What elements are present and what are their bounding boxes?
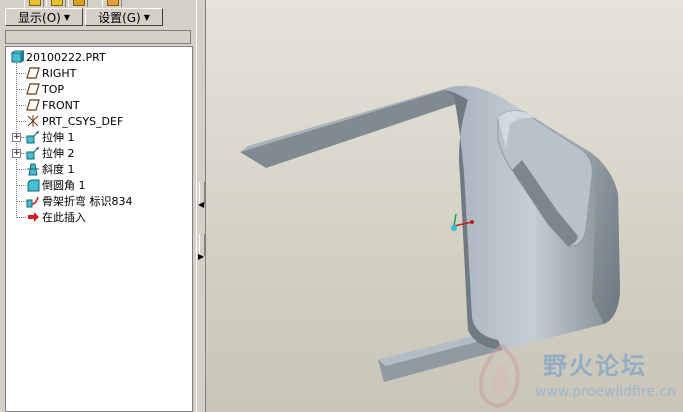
tree-item-extrude-2[interactable]: 拉伸 2 xyxy=(26,145,75,161)
part-icon xyxy=(10,50,26,64)
tree-branch xyxy=(16,89,26,90)
tree-branch xyxy=(16,121,26,122)
folder-tab-icon xyxy=(51,0,63,6)
navigator-panel: 显示(O) ▼ 设置(G) ▼ 20100222.PRT RIGHT TOP F… xyxy=(0,0,196,412)
tree-root-item[interactable]: 20100222.PRT xyxy=(10,49,106,65)
tree-root-label: 20100222.PRT xyxy=(26,50,106,64)
tree-item-label: 在此插入 xyxy=(42,211,86,224)
tree-item-front[interactable]: FRONT xyxy=(26,97,80,113)
tree-item-label: RIGHT xyxy=(42,66,77,80)
tree-branch xyxy=(16,201,26,202)
datum-plane-icon xyxy=(26,98,40,112)
tree-branch xyxy=(16,217,26,218)
settings-menu-label: 设置(G) xyxy=(98,10,141,25)
chevron-down-icon: ▼ xyxy=(63,12,70,22)
tree-item-label: 拉伸 1 xyxy=(42,131,75,144)
watermark-title: 野火论坛 xyxy=(543,352,647,380)
forum-watermark: 野火论坛 www.proewildfire.cn xyxy=(471,340,683,412)
expand-right-icon[interactable]: ▶ xyxy=(198,252,204,261)
tree-branch xyxy=(16,169,26,170)
connections-tab-icon xyxy=(107,0,119,6)
tree-item-spinal-bend[interactable]: 骨架折弯 标识834 xyxy=(26,193,133,209)
graphics-viewport[interactable]: 野火论坛 www.proewildfire.cn xyxy=(206,0,683,412)
tree-item-insert-here[interactable]: 在此插入 xyxy=(26,209,86,225)
tree-item-label: TOP xyxy=(42,82,65,96)
panel-splitter[interactable]: ◀ ▶ xyxy=(196,0,206,412)
spinal-bend-icon xyxy=(26,194,40,208)
datum-plane-icon xyxy=(26,82,40,96)
tab-favorites[interactable] xyxy=(68,0,88,7)
tree-item-label: 倒圆角 1 xyxy=(42,179,86,192)
round-icon xyxy=(26,178,40,192)
tab-folder-browser[interactable] xyxy=(46,0,66,7)
datum-plane-icon xyxy=(26,66,40,80)
tree-item-csys[interactable]: PRT_CSYS_DEF xyxy=(26,113,123,129)
coordinate-system-icon xyxy=(26,114,40,128)
navigator-tab-strip xyxy=(0,0,196,7)
chevron-down-icon: ▼ xyxy=(143,12,150,22)
model-tree-tab-icon xyxy=(29,0,41,6)
draft-icon xyxy=(26,162,40,176)
tree-filter-bar[interactable] xyxy=(5,30,191,44)
tree-item-right[interactable]: RIGHT xyxy=(26,65,76,81)
tree-item-round-1[interactable]: 倒圆角 1 xyxy=(26,177,86,193)
tree-branch xyxy=(16,185,26,186)
tree-item-extrude-1[interactable]: 拉伸 1 xyxy=(26,129,75,145)
tree-item-label: 拉伸 2 xyxy=(42,147,75,160)
model-tree: 20100222.PRT RIGHT TOP FRONT PRT_CSYS_DE… xyxy=(5,46,193,412)
tree-branch xyxy=(16,73,26,74)
tree-item-label: PRT_CSYS_DEF xyxy=(42,114,124,128)
expand-toggle-extrude-2[interactable]: + xyxy=(12,149,21,158)
show-menu-button[interactable]: 显示(O) ▼ xyxy=(5,8,83,26)
tree-item-label: 斜度 1 xyxy=(42,163,75,176)
tree-branch xyxy=(16,105,26,106)
extrude-icon xyxy=(26,146,40,160)
show-menu-label: 显示(O) xyxy=(18,10,61,25)
model-tree-toolbar: 显示(O) ▼ 设置(G) ▼ xyxy=(0,8,196,28)
settings-menu-button[interactable]: 设置(G) ▼ xyxy=(85,8,163,26)
tab-model-tree[interactable] xyxy=(24,0,44,7)
collapse-left-icon[interactable]: ◀ xyxy=(198,200,204,209)
flame-logo-icon xyxy=(478,343,520,409)
watermark-url: www.proewildfire.cn xyxy=(535,384,677,400)
extrude-icon xyxy=(26,130,40,144)
tree-item-top[interactable]: TOP xyxy=(26,81,64,97)
tree-item-label: FRONT xyxy=(42,98,80,112)
expand-toggle-extrude-1[interactable]: + xyxy=(12,133,21,142)
tab-connections[interactable] xyxy=(102,0,122,7)
tree-item-draft-1[interactable]: 斜度 1 xyxy=(26,161,75,177)
insert-here-icon xyxy=(26,210,40,224)
favorites-tab-icon xyxy=(73,0,85,6)
tree-item-label: 骨架折弯 标识834 xyxy=(42,195,133,208)
